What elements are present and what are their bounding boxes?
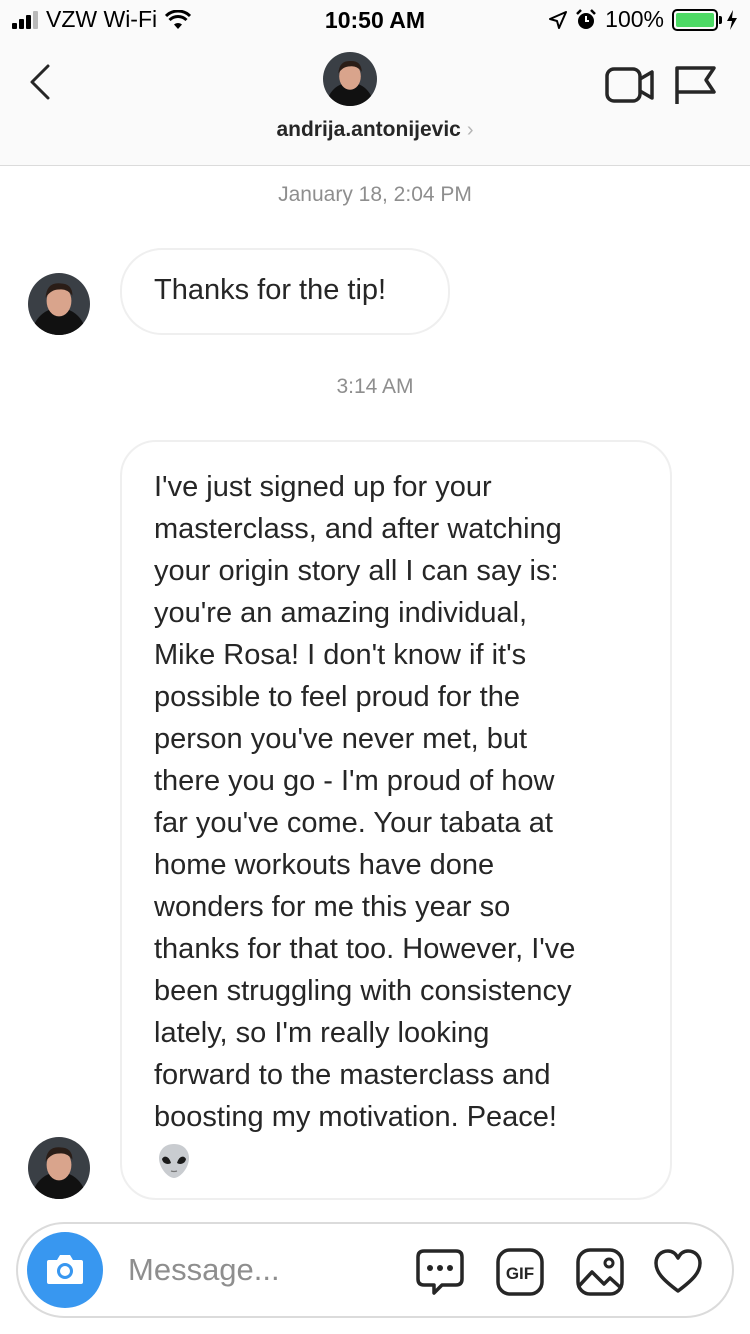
message-composer: GIF [16, 1222, 734, 1318]
battery-percent: 100% [605, 6, 664, 32]
message-line: I've just signed up for your [154, 471, 492, 503]
sender-avatar[interactable] [28, 1137, 90, 1199]
like-button[interactable] [652, 1246, 704, 1298]
camera-icon [47, 1255, 83, 1284]
message-text: Thanks for the tip! [154, 274, 387, 306]
back-button[interactable] [22, 62, 62, 102]
status-bar: VZW Wi-Fi 10:50 AM 100% [0, 0, 750, 40]
battery-icon [672, 8, 722, 31]
gif-label: GIF [506, 1264, 534, 1283]
timestamp: January 18, 2:04 PM [278, 183, 472, 206]
message-bubble[interactable]: I've just signed up for your masterclass… [120, 440, 672, 1200]
location-icon [549, 10, 568, 29]
alien-emoji-icon [159, 1144, 189, 1179]
message-line: lately, so I'm really looking [154, 1017, 490, 1049]
timestamp: 3:14 AM [336, 375, 414, 398]
message-line: wonders for me this year so [154, 891, 511, 923]
heart-icon [654, 1249, 702, 1293]
gif-icon: GIF [496, 1248, 544, 1296]
message-line: thanks for that too. However, I've [154, 933, 576, 965]
message-line: been struggling with consistency [154, 975, 572, 1007]
message-line: you're an amazing individual, [154, 597, 528, 629]
username-label: andrija.antonijevic [276, 118, 461, 141]
back-chevron-icon [30, 64, 50, 100]
message-line: there you go - I'm proud of how [154, 765, 555, 797]
header-avatar[interactable] [323, 52, 377, 106]
message-line: far you've come. Your tabata at [154, 807, 553, 839]
chat-header: andrija.antonijevic › [0, 40, 750, 166]
message-input[interactable] [128, 1250, 388, 1290]
chat-bubble-icon [416, 1249, 464, 1295]
report-flag-button[interactable] [672, 64, 718, 106]
gallery-button[interactable] [574, 1246, 626, 1298]
chat-bubble-button[interactable] [414, 1246, 466, 1298]
message-line: your origin story all I can say is: [154, 555, 559, 587]
video-call-button[interactable] [604, 64, 656, 106]
image-icon [576, 1248, 624, 1296]
flag-icon [675, 66, 716, 104]
message-bubble[interactable]: Thanks for the tip! [120, 248, 450, 335]
message-line: boosting my motivation. Peace! [154, 1101, 557, 1133]
header-username[interactable]: andrija.antonijevic › [0, 118, 750, 142]
message-line [154, 1138, 650, 1181]
status-right: 100% [549, 6, 738, 33]
message-line: forward to the masterclass and [154, 1059, 551, 1091]
chevron-right-icon: › [466, 119, 474, 141]
camera-button[interactable] [27, 1232, 103, 1308]
message-line: home workouts have done [154, 849, 495, 881]
charging-bolt-icon [727, 9, 737, 30]
message-line: person you've never met, but [154, 723, 528, 755]
alarm-icon [576, 8, 597, 29]
gif-button[interactable]: GIF [494, 1246, 546, 1298]
message-line: Mike Rosa! I don't know if it's [154, 639, 527, 671]
message-line: possible to feel proud for the [154, 681, 520, 713]
sender-avatar[interactable] [28, 273, 90, 335]
message-line: masterclass, and after watching [154, 513, 562, 545]
video-call-icon [605, 67, 654, 103]
